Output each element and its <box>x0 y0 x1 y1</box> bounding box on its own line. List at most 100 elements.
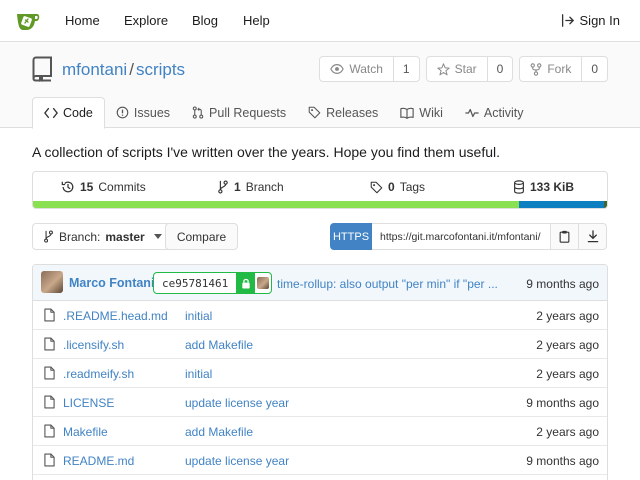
sign-in-label: Sign In <box>579 13 620 28</box>
clone-url-input[interactable]: https://git.marcofontani.it/mfontani/ <box>372 223 551 250</box>
language-segment[interactable] <box>519 201 604 208</box>
fork-icon <box>530 62 542 76</box>
history-icon <box>61 181 74 193</box>
file-name-link[interactable]: .readmeify.sh <box>63 367 134 381</box>
stat-commits-count: 15 <box>80 180 94 194</box>
stat-tags[interactable]: 0 Tags <box>370 180 425 194</box>
star-button[interactable]: Star 0 <box>425 56 514 82</box>
nav-blog[interactable]: Blog <box>192 13 218 28</box>
star-icon <box>436 62 450 75</box>
tab-pull-requests-label: Pull Requests <box>209 105 287 120</box>
fork-button[interactable]: Fork 0 <box>519 56 608 82</box>
star-count[interactable]: 0 <box>488 57 513 81</box>
file-icon <box>44 424 55 438</box>
file-time: 9 months ago <box>526 454 599 468</box>
stat-commits-label: Commits <box>98 180 146 194</box>
download-button[interactable] <box>579 223 607 250</box>
file-time: 2 years ago <box>536 367 599 381</box>
stat-branches[interactable]: 1 Branch <box>217 180 284 194</box>
eye-icon <box>330 64 345 74</box>
star-label: Star <box>454 62 477 76</box>
file-icon <box>44 366 55 380</box>
gitea-logo-icon[interactable] <box>15 8 41 34</box>
commit-time: 9 months ago <box>526 277 599 291</box>
stat-commits[interactable]: 15 Commits <box>61 180 146 194</box>
signer-avatar <box>255 273 271 293</box>
file-time: 2 years ago <box>536 425 599 439</box>
repo-name-link[interactable]: scripts <box>136 60 185 79</box>
https-button[interactable]: HTTPS <box>330 223 372 250</box>
file-commit-link[interactable]: update license year <box>185 396 289 410</box>
tab-code[interactable]: Code <box>32 97 105 129</box>
table-row: .README.head.md initial 2 years ago <box>33 301 607 330</box>
nav-explore[interactable]: Explore <box>124 13 168 28</box>
repo-title: mfontani / scripts <box>62 60 185 80</box>
commit-sha-badge[interactable]: ce95781461 <box>153 272 273 294</box>
watch-label: Watch <box>349 62 383 76</box>
download-icon <box>587 230 598 243</box>
repo-owner-link[interactable]: mfontani <box>62 60 127 79</box>
commit-sha: ce95781461 <box>154 273 238 293</box>
language-segment[interactable] <box>33 201 520 208</box>
file-icon <box>44 337 55 351</box>
file-table: Marco Fontani ce95781461 time-rollup: al… <box>32 264 608 480</box>
avatar[interactable] <box>41 271 63 293</box>
commit-author[interactable]: Marco Fontani <box>69 276 154 290</box>
watch-button[interactable]: Watch 1 <box>319 56 420 82</box>
tag-icon <box>370 181 383 193</box>
tab-pull-requests[interactable]: Pull Requests <box>181 97 297 128</box>
compare-button[interactable]: Compare <box>165 223 238 250</box>
repo-header: mfontani / scripts Watch 1 Star 0 Fork 0… <box>0 42 640 129</box>
file-time: 2 years ago <box>536 309 599 323</box>
branch-dropdown[interactable]: Branch: master <box>32 223 173 250</box>
issue-icon <box>116 106 129 119</box>
repo-separator: / <box>129 60 134 79</box>
watch-count[interactable]: 1 <box>394 57 419 81</box>
sign-in-link[interactable]: Sign In <box>561 13 620 28</box>
file-commit-link[interactable]: initial <box>185 367 212 381</box>
tab-code-label: Code <box>63 106 93 120</box>
table-row: .readmeify.sh initial 2 years ago <box>33 359 607 388</box>
clone-panel: HTTPS https://git.marcofontani.it/mfonta… <box>330 223 607 250</box>
stat-branches-count: 1 <box>234 180 241 194</box>
file-name-link[interactable]: .licensify.sh <box>63 338 124 352</box>
table-row: README.md update license year 9 months a… <box>33 446 607 475</box>
repo-description: A collection of scripts I've written ove… <box>32 144 501 160</box>
file-time: 9 months ago <box>526 396 599 410</box>
file-name-link[interactable]: README.md <box>63 454 134 468</box>
tab-wiki[interactable]: Wiki <box>389 97 454 128</box>
tab-releases-label: Releases <box>326 105 379 120</box>
fork-count[interactable]: 0 <box>582 57 607 81</box>
branch-prefix: Branch: <box>59 229 101 244</box>
repo-tabs: Code Issues Pull Requests Releases Wiki … <box>32 97 535 129</box>
signed-commit-lock-icon <box>237 273 256 293</box>
tab-issues[interactable]: Issues <box>105 97 181 128</box>
file-commit-link[interactable]: update license year <box>185 454 289 468</box>
book-icon <box>400 107 414 119</box>
tab-activity-label: Activity <box>483 105 524 120</box>
file-name-link[interactable]: .README.head.md <box>63 309 168 323</box>
file-commit-link[interactable]: add Makefile <box>185 338 253 352</box>
tab-releases[interactable]: Releases <box>297 97 389 128</box>
nav-home[interactable]: Home <box>65 13 100 28</box>
language-segment[interactable] <box>603 201 607 208</box>
file-commit-link[interactable]: add Makefile <box>185 425 253 439</box>
stat-size-value: 133 KiB <box>530 180 575 194</box>
tab-wiki-label: Wiki <box>419 105 443 120</box>
commit-message[interactable]: time-rollup: also output "per min" if "p… <box>277 277 498 291</box>
file-name-link[interactable]: Makefile <box>63 425 108 439</box>
file-commit-link[interactable]: initial <box>185 309 212 323</box>
language-bar[interactable] <box>33 201 607 208</box>
file-time: 2 years ago <box>536 338 599 352</box>
tab-issues-label: Issues <box>133 105 171 120</box>
repo-icon <box>32 56 52 82</box>
sign-in-icon <box>561 14 574 27</box>
latest-commit-row: Marco Fontani ce95781461 time-rollup: al… <box>33 265 607 301</box>
tab-activity[interactable]: Activity <box>454 97 535 128</box>
tag-icon <box>308 106 321 119</box>
file-name-link[interactable]: LICENSE <box>63 396 114 410</box>
table-row: LICENSE update license year 9 months ago <box>33 388 607 417</box>
copy-url-button[interactable] <box>551 223 579 250</box>
repo-stats-bar: 15 Commits 1 Branch 0 Tags 133 KiB <box>32 171 608 209</box>
nav-help[interactable]: Help <box>243 13 270 28</box>
